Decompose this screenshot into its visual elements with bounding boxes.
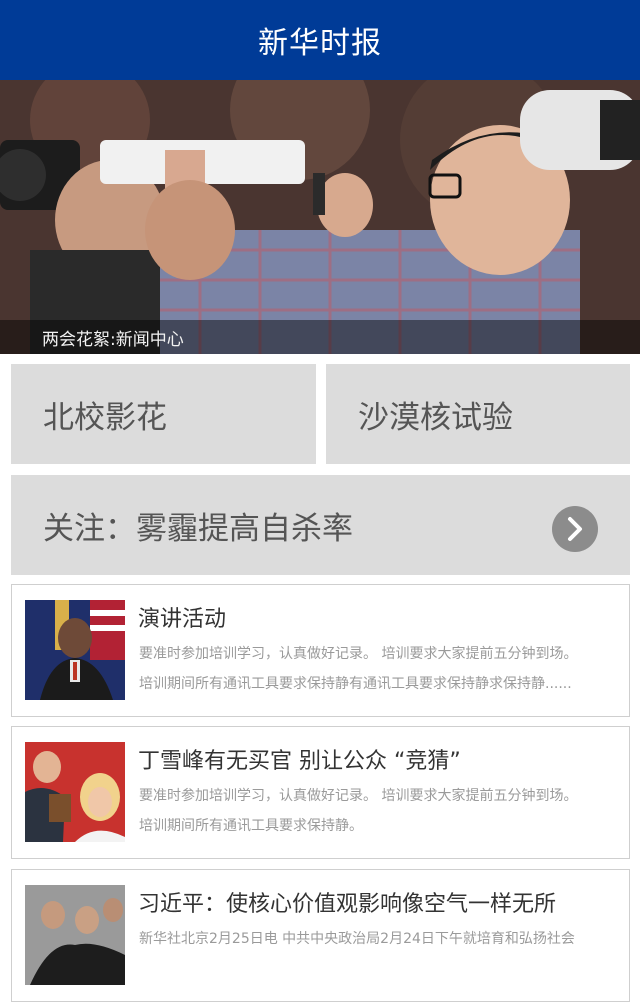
news-item[interactable]: 演讲活动 要准时参加培训学习，认真做好记录。 培训要求大家提前五分钟到场。 培训… <box>11 584 630 717</box>
news-title: 丁雪峰有无买官 别让公众 “竞猜” <box>138 749 461 774</box>
news-title: 演讲活动 <box>138 607 227 632</box>
news-item[interactable]: 习近平：使核心价值观影响像空气一样无所 新华社北京2月25日电 中共中央政治局2… <box>11 869 630 1002</box>
news-thumbnail <box>25 885 125 985</box>
news-summary-line: 培训期间所有通讯工具要求保持静。 <box>139 818 363 834</box>
news-thumbnail <box>25 742 125 842</box>
featured-label: 关注：雾霾提高自杀率 <box>43 510 353 547</box>
hero-caption: 两会花絮:新闻中心 <box>42 329 184 350</box>
news-title: 习近平：使核心价值观影响像空气一样无所 <box>138 892 557 917</box>
tile-desert-nuclear-test[interactable]: 沙漠核试验 <box>326 364 630 464</box>
hero-banner[interactable]: 两会花絮:新闻中心 <box>0 80 640 354</box>
news-item[interactable]: 丁雪峰有无买官 别让公众 “竞猜” 要准时参加培训学习，认真做好记录。 培训要求… <box>11 726 630 859</box>
news-thumbnail <box>25 600 125 700</box>
tile-beixiao[interactable]: 北校影花 <box>11 364 316 464</box>
hero-caption-bar: 两会花絮:新闻中心 <box>0 320 640 354</box>
featured-tile[interactable]: 关注：雾霾提高自杀率 <box>11 475 630 575</box>
tile-label: 北校影花 <box>43 399 167 436</box>
news-summary-line: 要准时参加培训学习，认真做好记录。 培训要求大家提前五分钟到场。 <box>139 788 578 804</box>
news-summary-line: 要准时参加培训学习，认真做好记录。 培训要求大家提前五分钟到场。 <box>139 646 578 662</box>
app-title: 新华时报 <box>258 26 382 61</box>
tile-label: 沙漠核试验 <box>358 400 513 436</box>
news-summary-line: 新华社北京2月25日电 中共中央政治局2月24日下午就培育和弘扬社会 <box>139 931 575 947</box>
app-header: 新华时报 <box>0 0 640 80</box>
news-summary-line: 培训期间所有通讯工具要求保持静有通讯工具要求保持静求保持静...... <box>139 676 572 692</box>
hero-photo <box>0 80 640 354</box>
chevron-right-icon[interactable] <box>552 506 598 552</box>
